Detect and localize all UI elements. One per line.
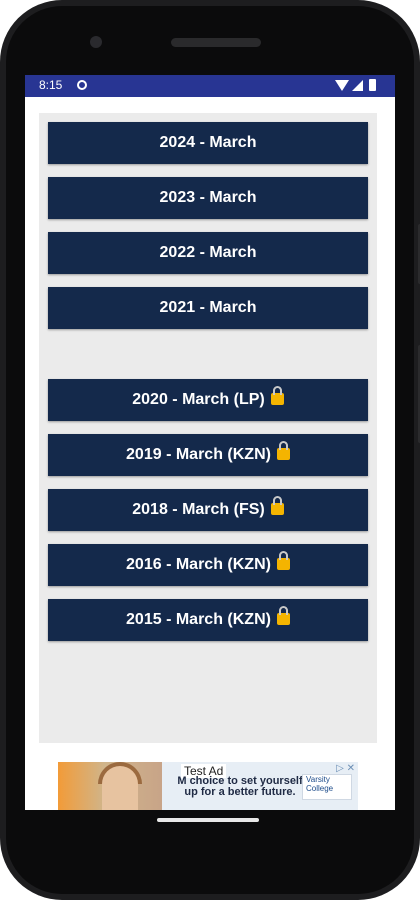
button-label: 2016 - March (KZN) (126, 556, 271, 573)
home-indicator[interactable] (157, 818, 259, 822)
ad-image (58, 762, 162, 810)
lock-icon (276, 606, 290, 625)
button-label: 2021 - March (159, 299, 257, 316)
button-label: 2023 - March (159, 189, 257, 206)
button-label: 2024 - March (159, 134, 257, 151)
lock-icon (276, 441, 290, 460)
status-icons (335, 79, 383, 93)
status-bar: 8:15 (25, 75, 395, 97)
ad-brand-logo: Varsity College (302, 774, 352, 800)
paper-list: 2024 - March 2023 - March 2022 - March 2… (39, 113, 377, 743)
button-label: 2018 - March (FS) (132, 501, 265, 518)
paper-button-2015-march-kzn[interactable]: 2015 - March (KZN) (48, 599, 368, 641)
lock-icon (270, 496, 284, 515)
button-label: 2019 - March (KZN) (126, 446, 271, 463)
status-time: 8:15 (39, 78, 63, 92)
wifi-icon (335, 80, 349, 91)
ad-close-icon[interactable]: ▷ ✕ (336, 763, 355, 774)
lock-icon (276, 551, 290, 570)
ad-text: M choice to set yourself up for a better… (177, 775, 303, 798)
paper-button-2020-march-lp[interactable]: 2020 - March (LP) (48, 379, 368, 421)
battery-icon (369, 79, 376, 91)
paper-button-2024-march[interactable]: 2024 - March (48, 122, 368, 164)
earpiece-speaker (171, 38, 261, 47)
paper-button-2016-march-kzn[interactable]: 2016 - March (KZN) (48, 544, 368, 586)
button-label: 2022 - March (159, 244, 257, 261)
paper-button-2023-march[interactable]: 2023 - March (48, 177, 368, 219)
paper-button-2021-march[interactable]: 2021 - March (48, 287, 368, 329)
phone-frame: 8:15 2024 - March 2023 - March 2022 - Ma… (0, 0, 420, 900)
button-label: 2020 - March (LP) (132, 391, 265, 408)
app-notification-icon (77, 80, 87, 90)
ad-person-face (102, 766, 138, 810)
paper-button-2022-march[interactable]: 2022 - March (48, 232, 368, 274)
lock-icon (270, 386, 284, 405)
signal-icon (352, 80, 363, 91)
paper-button-2018-march-fs[interactable]: 2018 - March (FS) (48, 489, 368, 531)
front-camera (90, 36, 102, 48)
app-screen: 8:15 2024 - March 2023 - March 2022 - Ma… (25, 75, 395, 810)
ad-banner[interactable]: Test Ad M choice to set yourself up for … (58, 762, 358, 810)
paper-button-2019-march-kzn[interactable]: 2019 - March (KZN) (48, 434, 368, 476)
button-label: 2015 - March (KZN) (126, 611, 271, 628)
